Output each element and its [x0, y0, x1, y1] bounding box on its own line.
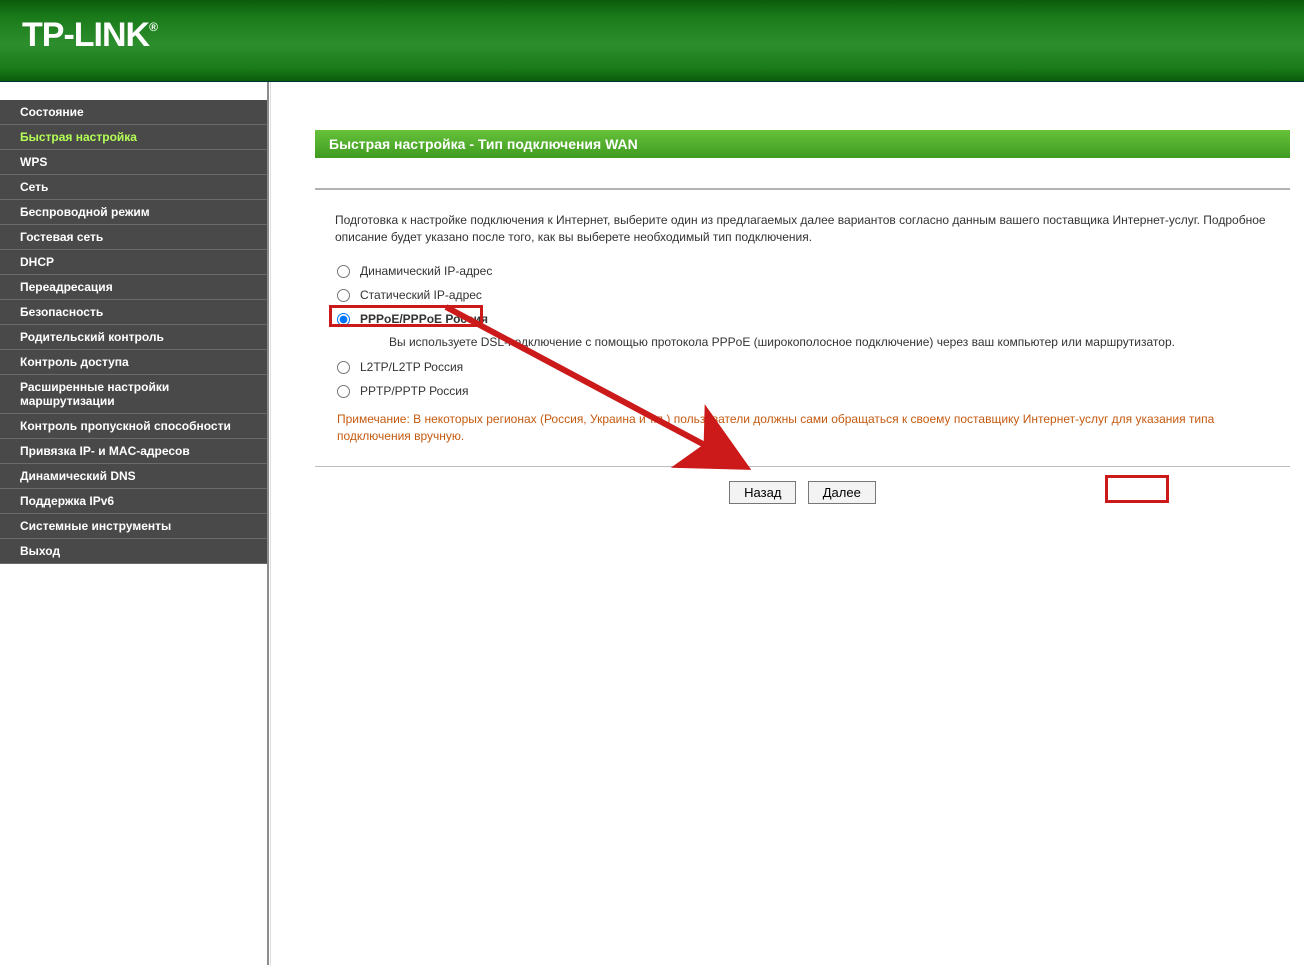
sidebar-item[interactable]: Контроль пропускной способности — [0, 414, 267, 439]
wan-type-radio[interactable] — [337, 313, 350, 326]
sidebar-item[interactable]: Динамический DNS — [0, 464, 267, 489]
sidebar-item[interactable]: Расширенные настройки маршрутизации — [0, 375, 267, 414]
separator — [315, 188, 1290, 190]
sidebar-item[interactable]: Контроль доступа — [0, 350, 267, 375]
sidebar-item[interactable]: Состояние — [0, 100, 267, 125]
sidebar-nav: СостояниеБыстрая настройкаWPSСетьБеспров… — [0, 82, 267, 965]
wan-type-option: PPPoE/PPPoE Россия — [337, 307, 1290, 331]
wan-type-description: Вы используете DSL-подключение с помощью… — [389, 335, 1290, 349]
intro-text: Подготовка к настройке подключения к Инт… — [335, 212, 1290, 247]
back-button[interactable]: Назад — [729, 481, 796, 504]
wan-type-label: PPTP/PPTP Россия — [360, 384, 469, 398]
wan-type-option: Статический IP-адрес — [337, 283, 1290, 307]
sidebar-item[interactable]: Быстрая настройка — [0, 125, 267, 150]
separator — [315, 466, 1290, 467]
sidebar-item[interactable]: Безопасность — [0, 300, 267, 325]
wan-type-options: Динамический IP-адрес Статический IP-адре… — [337, 259, 1290, 403]
highlight-box-next — [1105, 475, 1169, 503]
wan-type-label: Динамический IP-адрес — [360, 264, 492, 278]
sidebar-item[interactable]: Выход — [0, 539, 267, 564]
sidebar-item[interactable]: Гостевая сеть — [0, 225, 267, 250]
sidebar-item[interactable]: Привязка IP- и MAC-адресов — [0, 439, 267, 464]
app-header: TP-LINK® — [0, 0, 1304, 82]
brand-logo: TP-LINK® — [22, 16, 157, 55]
sidebar-item[interactable]: Системные инструменты — [0, 514, 267, 539]
button-row: Назад Далее — [315, 481, 1290, 504]
wan-type-radio[interactable] — [337, 361, 350, 374]
main-content: Быстрая настройка - Тип подключения WAN … — [271, 82, 1304, 965]
wan-type-radio[interactable] — [337, 265, 350, 278]
sidebar-item[interactable]: Беспроводной режим — [0, 200, 267, 225]
sidebar-item[interactable]: Переадресация — [0, 275, 267, 300]
wan-type-option: Динамический IP-адрес — [337, 259, 1290, 283]
wan-type-option: L2TP/L2TP Россия — [337, 355, 1290, 379]
wan-type-label: Статический IP-адрес — [360, 288, 482, 302]
page-title: Быстрая настройка - Тип подключения WAN — [315, 130, 1290, 158]
sidebar-item[interactable]: DHCP — [0, 250, 267, 275]
sidebar-item[interactable]: Родительский контроль — [0, 325, 267, 350]
wan-type-label: PPPoE/PPPoE Россия — [360, 312, 488, 326]
wan-type-radio[interactable] — [337, 289, 350, 302]
wan-type-radio[interactable] — [337, 385, 350, 398]
sidebar-item[interactable]: Поддержка IPv6 — [0, 489, 267, 514]
next-button[interactable]: Далее — [808, 481, 876, 504]
sidebar-item[interactable]: Сеть — [0, 175, 267, 200]
wan-type-label: L2TP/L2TP Россия — [360, 360, 463, 374]
note-text: Примечание: В некоторых регионах (Россия… — [337, 411, 1290, 445]
sidebar-item[interactable]: WPS — [0, 150, 267, 175]
wan-type-option: PPTP/PPTP Россия — [337, 379, 1290, 403]
